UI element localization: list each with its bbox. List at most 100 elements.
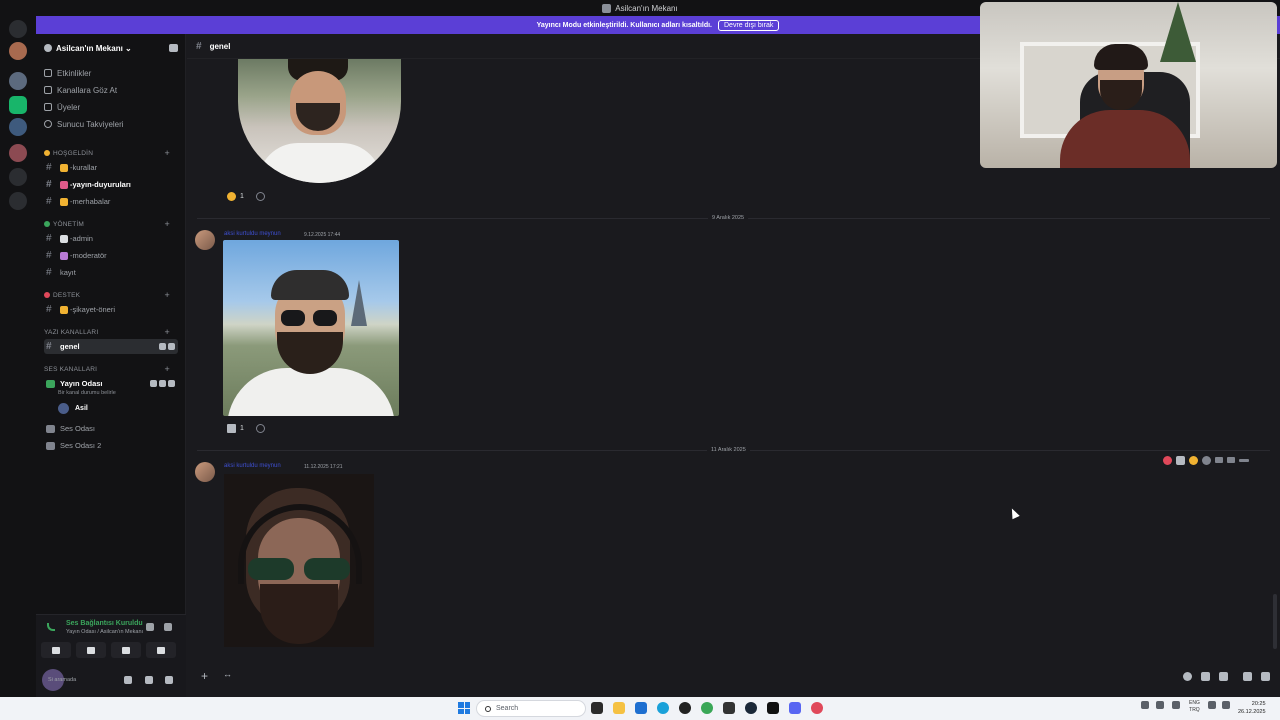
heart-reaction-icon[interactable] (1163, 455, 1172, 465)
camera-button[interactable] (41, 642, 71, 658)
cool-reaction-icon[interactable] (1189, 455, 1198, 465)
gift-icon[interactable] (1183, 672, 1192, 681)
activities-button[interactable] (111, 642, 141, 658)
wifi-icon[interactable] (1208, 701, 1216, 709)
voice-channel-yayin-odasi[interactable]: Yayın Odası (44, 376, 178, 391)
start-windows-icon[interactable] (458, 702, 470, 714)
server-header[interactable]: Asilcan'ın Mekanı ⌄ (36, 40, 186, 56)
home-discord-icon[interactable] (9, 20, 27, 38)
discover-icon[interactable] (9, 192, 27, 210)
epic-games-icon[interactable] (767, 702, 779, 714)
channel-sikayet-oneri[interactable]: # -şikayet-öneri (44, 302, 178, 317)
emoji-icon[interactable] (1261, 672, 1270, 681)
server-icon-3[interactable] (9, 96, 27, 114)
voice-connected-subtitle[interactable]: Yayın Odası / Asilcan'ın Mekanı (66, 629, 143, 635)
channel-kurallar[interactable]: # -kurallar (44, 160, 178, 175)
nav-events[interactable]: Etkinlikler (44, 66, 91, 80)
noise-icon[interactable] (146, 623, 154, 631)
disable-streamer-mode-button[interactable]: Devre dışı bırak (718, 19, 780, 31)
taskbar-search[interactable]: Search (476, 700, 586, 717)
trash-reaction-icon[interactable] (1176, 455, 1185, 465)
reply-icon[interactable] (1215, 457, 1223, 463)
voice-user[interactable]: Asil (58, 401, 88, 415)
music-app-icon[interactable] (811, 702, 823, 714)
disconnect-icon[interactable] (164, 623, 172, 631)
screen-share-button[interactable] (76, 642, 106, 658)
chrome-icon[interactable] (701, 702, 713, 714)
channel-kayit[interactable]: # kayıt (44, 265, 178, 280)
forward-icon[interactable] (1227, 457, 1235, 463)
voice-channel-ses-odasi[interactable]: Ses Odası (44, 421, 178, 436)
add-channel-icon[interactable]: + (165, 219, 170, 229)
category-voice[interactable]: SES KANALLARI + (44, 364, 178, 374)
headphones-icon[interactable] (145, 676, 153, 684)
category-support[interactable]: DESTEK + (44, 290, 178, 300)
scrollbar[interactable] (1273, 594, 1277, 649)
category-welcome[interactable]: HOŞGELDİN + (44, 148, 178, 158)
file-explorer-icon[interactable] (613, 702, 625, 714)
add-reaction-icon[interactable] (256, 424, 265, 433)
voice-status-hint[interactable]: Bir kanal durumu belirle (58, 390, 116, 396)
obs-icon[interactable] (679, 702, 691, 714)
settings-icon[interactable] (168, 343, 175, 350)
settings-icon[interactable] (168, 380, 175, 387)
reaction-pill[interactable]: 1 (227, 189, 244, 203)
add-channel-icon[interactable]: + (165, 327, 170, 337)
activities-icon (122, 646, 130, 654)
steam-icon[interactable] (745, 702, 757, 714)
volume-icon[interactable] (1222, 701, 1230, 709)
terminal-icon[interactable] (723, 702, 735, 714)
chevron-up-icon[interactable] (1141, 701, 1149, 709)
mic-tray-icon[interactable] (1172, 701, 1180, 709)
voice-channel-ses-odasi-2[interactable]: Ses Odası 2 (44, 438, 178, 453)
add-channel-icon[interactable]: + (165, 148, 170, 158)
message-author[interactable]: aksi kurtuldu meynun (224, 463, 281, 469)
nav-browse-channels[interactable]: Kanallara Göz At (44, 83, 117, 97)
sticker-icon[interactable] (1219, 672, 1228, 681)
add-server-icon[interactable] (9, 168, 27, 186)
channel-admin[interactable]: # -admin (44, 231, 178, 246)
channel-genel[interactable]: # genel (44, 339, 178, 354)
message-image-paris[interactable] (223, 240, 399, 416)
taskbar-clock[interactable]: 20:25 26.12.2025 (1238, 700, 1266, 716)
message-author[interactable]: aksi kurtuldu meynun (224, 231, 281, 237)
language-indicator[interactable]: ENG TRQ (1189, 700, 1200, 714)
security-icon[interactable] (1156, 701, 1164, 709)
server-icon-1[interactable] (9, 42, 27, 60)
server-icon-5[interactable] (9, 144, 27, 162)
apps-icon[interactable]: ↔ (223, 669, 232, 679)
task-view-icon[interactable] (591, 702, 603, 714)
avatar[interactable] (195, 230, 215, 250)
category-text[interactable]: YAZI KANALLARI + (44, 327, 178, 337)
gif-icon[interactable] (1201, 672, 1210, 681)
edge-icon[interactable] (657, 702, 669, 714)
channel-yayin-duyurulari[interactable]: # -yayın-duyuruları (44, 177, 178, 192)
store-icon[interactable] (635, 702, 647, 714)
message-image-webcam[interactable] (224, 474, 374, 647)
nav-boosts[interactable]: Sunucu Takviyeleri (44, 117, 124, 131)
invite-icon[interactable] (159, 343, 166, 350)
nav-members[interactable]: Üyeler (44, 100, 80, 114)
reaction-pill[interactable]: 1 (227, 421, 244, 435)
add-reaction-icon[interactable] (1202, 455, 1211, 465)
plus-icon[interactable]: + (201, 669, 208, 683)
server-icon-2[interactable] (9, 72, 27, 90)
message-image-selfie[interactable] (238, 59, 401, 183)
add-reaction-icon[interactable] (256, 192, 265, 201)
discord-taskbar-icon[interactable] (789, 702, 801, 714)
add-channel-icon[interactable]: + (165, 290, 170, 300)
category-admin[interactable]: YÖNETİM + (44, 219, 178, 229)
soundboard-button[interactable] (146, 642, 176, 658)
invite-icon[interactable] (159, 380, 166, 387)
settings-icon[interactable] (165, 676, 173, 684)
more-icon[interactable] (1239, 458, 1249, 462)
server-icon-4[interactable] (9, 118, 27, 136)
apps-grid-icon[interactable] (1243, 672, 1252, 681)
add-channel-icon[interactable]: + (165, 364, 170, 374)
invite-icon[interactable] (169, 44, 178, 52)
channel-moderator[interactable]: # -moderatör (44, 248, 178, 263)
avatar[interactable] (195, 462, 215, 482)
channel-merhabalar[interactable]: # -merhabalar (44, 194, 178, 209)
mic-icon[interactable] (124, 676, 132, 684)
chat-icon[interactable] (150, 380, 157, 387)
